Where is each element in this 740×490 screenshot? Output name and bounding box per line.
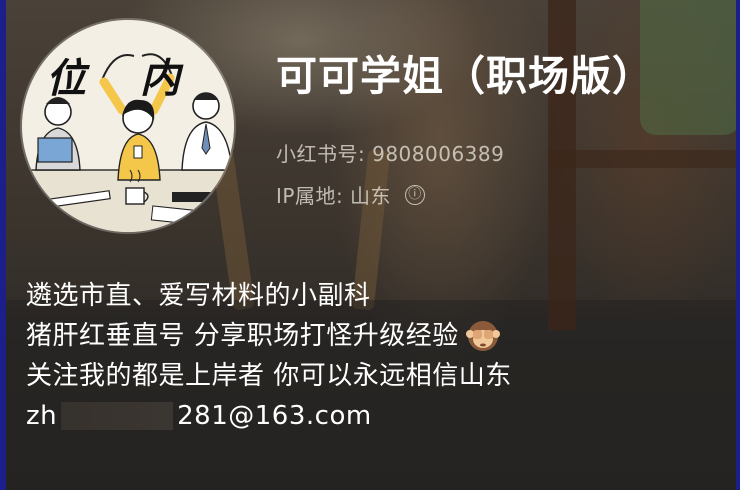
email-redaction <box>61 402 174 430</box>
see-no-evil-monkey-icon <box>465 318 501 354</box>
info-icon[interactable]: ⓘ <box>405 184 426 205</box>
profile-ip-location: IP属地: 山东 ⓘ <box>276 180 426 209</box>
profile-nickname: 可可学姐（职场版） <box>276 52 654 100</box>
avatar-char-left: 位 <box>46 55 86 102</box>
ip-location-text: IP属地: 山东 <box>276 184 392 208</box>
background-cup <box>640 0 740 135</box>
profile-id: 小红书号: 9808006389 <box>276 142 505 166</box>
background-chair-bar <box>548 150 740 168</box>
bio-line-2-text: 猪肝红垂直号 分享职场打怪升级经验 <box>26 321 459 351</box>
bio-email: zh 281@163.com <box>26 396 726 436</box>
left-edge <box>0 0 6 490</box>
bio-line-1: 遴选市直、爱写材料的小副科 <box>26 281 371 311</box>
avatar-char-right: 内 <box>140 55 180 102</box>
avatar[interactable]: 位 内 <box>22 20 234 232</box>
bio-line-2: 猪肝红垂直号 分享职场打怪升级经验 <box>26 316 726 356</box>
email-prefix: zh <box>26 401 58 431</box>
bio-line-3: 关注我的都是上岸者 你可以永远相信山东 <box>26 361 512 391</box>
right-edge <box>736 0 740 490</box>
profile-bio: 遴选市直、爱写材料的小副科 猪肝红垂直号 分享职场打怪升级经验 关注我的都是上岸… <box>26 276 726 436</box>
email-suffix: 281@163.com <box>177 401 372 431</box>
